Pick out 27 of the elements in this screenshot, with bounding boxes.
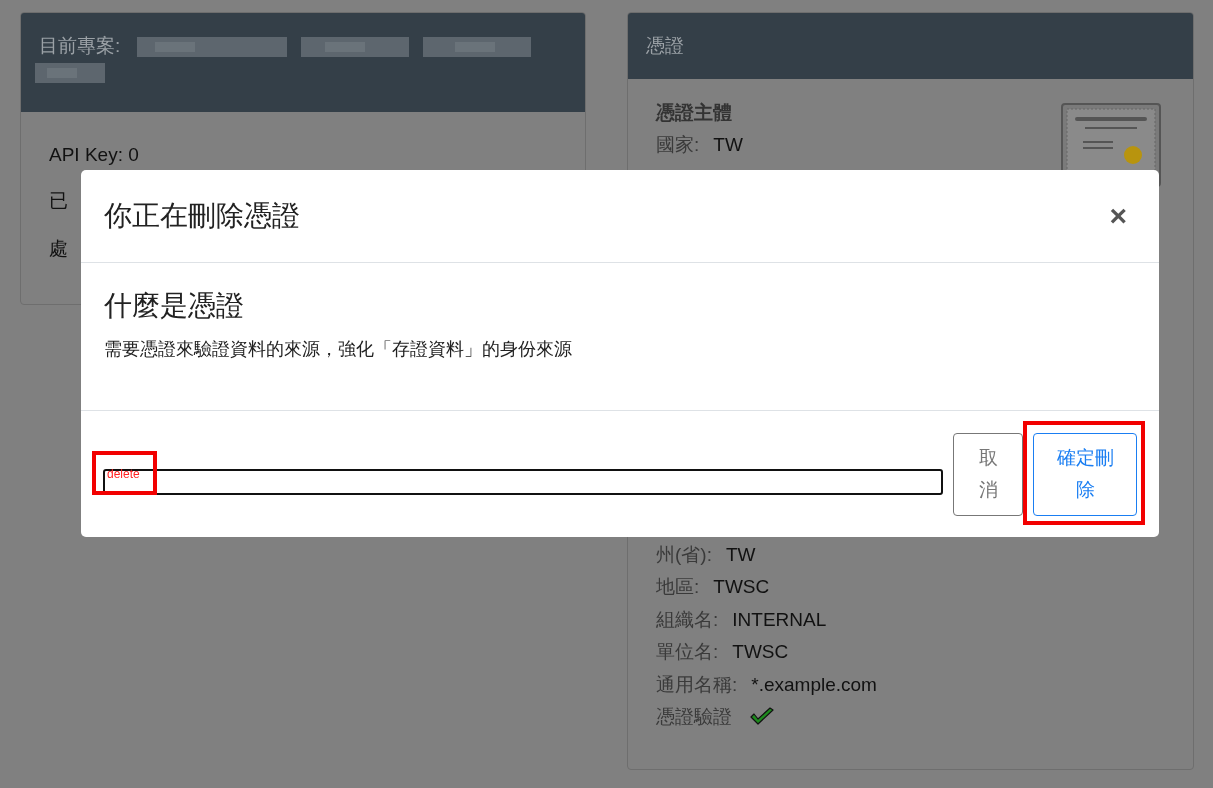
field-label: 地區: — [656, 575, 700, 599]
card-title: 憑證 — [646, 35, 684, 56]
field-label: 通用名稱: — [656, 672, 738, 697]
field-value: TW — [725, 542, 756, 567]
cancel-button[interactable]: 取消 — [953, 432, 1023, 516]
info-text: 已 — [49, 189, 69, 213]
info-text: 處 — [49, 237, 69, 261]
dialog-title: 你正在刪除憑證 — [104, 199, 300, 233]
field-label: 憑證驗證 — [656, 705, 732, 729]
field-value: *.example.com — [751, 672, 877, 697]
section-heading: 憑證主體 — [656, 101, 733, 125]
info-text: API Key: 0 — [49, 144, 140, 166]
field-value: TWSC — [732, 640, 789, 664]
field-label: 組織名: — [656, 607, 719, 632]
card-title: 目前專案: — [39, 35, 121, 56]
field-label: 國家: — [656, 133, 700, 157]
annotation-label: delete — [107, 467, 141, 481]
input-field[interactable] — [103, 469, 943, 495]
confirm-delete-button[interactable]: 確定刪除 — [1033, 432, 1137, 516]
close-button[interactable]: × — [1101, 201, 1135, 231]
field-label: 州(省): — [656, 542, 712, 567]
dialog-heading: 什麼是憑證 — [104, 289, 245, 323]
dialog-text: 需要憑證來驗證資料的來源，強化「存證資料」的身份來源 — [104, 338, 573, 361]
field-value: TWSC — [713, 575, 770, 599]
field-value: INTERNAL — [732, 607, 827, 632]
field-value: TW — [713, 133, 743, 157]
field-label: 單位名: — [656, 640, 719, 664]
